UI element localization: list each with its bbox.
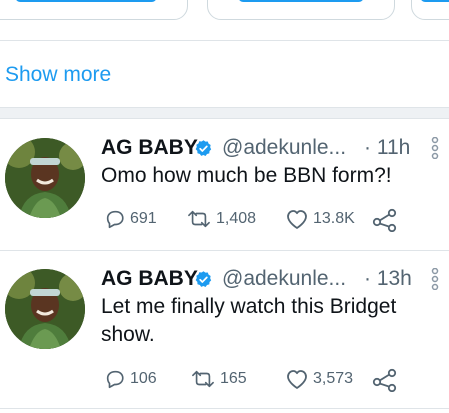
verified-badge-icon	[195, 140, 212, 156]
divider	[0, 408, 449, 409]
reply-button[interactable]: 691	[104, 208, 157, 230]
like-button[interactable]: 13.8K	[285, 208, 355, 230]
author-handle[interactable]: @adekunle...	[222, 267, 346, 291]
tweet-text: Let me finally watch this Bridget show.	[101, 295, 397, 346]
retweet-icon	[188, 210, 210, 228]
divider	[0, 40, 449, 41]
reply-count: 106	[130, 370, 157, 387]
more-icon[interactable]	[430, 137, 440, 159]
top-card-2-button[interactable]	[238, 0, 364, 2]
top-card-1[interactable]	[0, 0, 188, 20]
like-icon	[287, 210, 307, 229]
share-icon	[372, 208, 397, 232]
section-separator	[0, 107, 449, 119]
avatar-image	[5, 138, 85, 218]
avatar-image	[5, 269, 85, 349]
avatar[interactable]	[5, 269, 85, 349]
timeline: Show more AG BABY @adekunle... · 11h Omo…	[0, 0, 449, 413]
like-count: 3,573	[313, 370, 354, 387]
retweet-button[interactable]: 1,408	[186, 208, 256, 230]
like-count: 13.8K	[313, 210, 355, 227]
retweet-count: 165	[220, 370, 247, 387]
more-icon[interactable]	[430, 268, 440, 290]
top-card-strip	[0, 0, 449, 36]
top-card-3-button[interactable]	[420, 0, 449, 2]
retweet-count: 1,408	[216, 210, 257, 227]
tweet-time[interactable]: · 11h	[364, 136, 410, 160]
reply-count: 691	[130, 210, 157, 227]
top-card-3[interactable]	[411, 0, 449, 20]
like-button[interactable]: 3,573	[285, 368, 353, 390]
top-card-1-button[interactable]	[15, 0, 157, 2]
tweet[interactable]: AG BABY @adekunle... · 11h Omo how much …	[0, 120, 449, 250]
author-name[interactable]: AG BABY	[101, 136, 198, 160]
share-button[interactable]	[372, 368, 398, 392]
share-icon	[372, 368, 397, 392]
verified-badge-icon	[195, 271, 212, 287]
share-button[interactable]	[372, 208, 398, 232]
reply-button[interactable]: 106	[104, 368, 157, 390]
tweet-time[interactable]: · 13h	[364, 267, 412, 291]
author-handle[interactable]: @adekunle...	[222, 136, 346, 160]
tweet-text: Omo how much be BBN form?!	[101, 164, 392, 187]
tweet[interactable]: AG BABY @adekunle... · 13h Let me finall…	[0, 251, 449, 413]
top-card-2[interactable]	[207, 0, 395, 20]
retweet-icon	[192, 370, 214, 388]
retweet-button[interactable]: 165	[190, 368, 247, 390]
show-more-link[interactable]: Show more	[5, 63, 111, 87]
reply-icon	[106, 210, 124, 229]
like-icon	[287, 370, 307, 389]
reply-icon	[106, 370, 124, 389]
avatar[interactable]	[5, 138, 85, 218]
author-name[interactable]: AG BABY	[101, 267, 198, 291]
